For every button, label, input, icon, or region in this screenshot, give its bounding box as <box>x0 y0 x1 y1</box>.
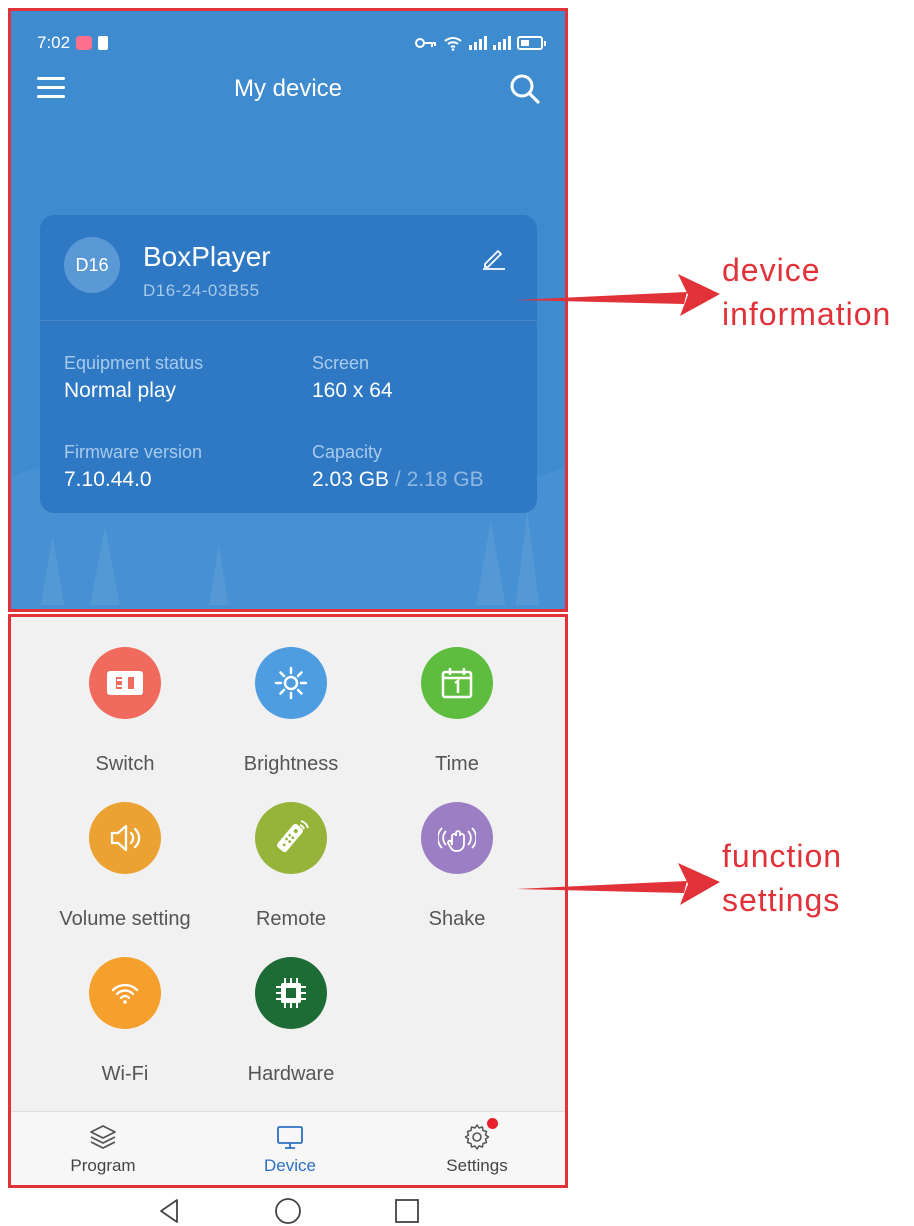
tab-settings-label: Settings <box>446 1156 508 1175</box>
status-bar: 7:02 <box>37 31 546 55</box>
sun-icon <box>274 666 308 700</box>
capacity-value: 2.03 GB / 2.18 GB <box>312 468 484 492</box>
function-settings-arrow <box>516 863 720 905</box>
capacity-total: / 2.18 GB <box>389 468 484 491</box>
chip-icon <box>276 978 306 1008</box>
device-info-section: 7:02 My device D16 BoxPlayer D16-24-03B5… <box>8 8 568 612</box>
function-volume-circle <box>89 802 161 874</box>
function-hardware-circle <box>255 957 327 1029</box>
firmware-value: 7.10.44.0 <box>64 468 152 491</box>
phone-screen: 7:02 My device D16 BoxPlayer D16-24-03B5… <box>0 0 580 1226</box>
monitor-icon <box>275 1122 305 1152</box>
capacity-label: Capacity <box>312 442 383 462</box>
function-switch-label: Switch <box>95 753 155 775</box>
hand-wave-icon <box>438 827 476 852</box>
function-wifi-circle <box>89 957 161 1029</box>
back-triangle-icon[interactable] <box>155 1196 185 1226</box>
device-card-header: D16 BoxPlayer D16-24-03B55 <box>40 215 537 321</box>
function-remote-circle <box>255 802 327 874</box>
tab-program-label: Program <box>70 1156 136 1175</box>
tab-device-label: Device <box>264 1156 316 1175</box>
function-time[interactable]: Time <box>374 647 540 776</box>
system-navigation-bar <box>0 1196 580 1226</box>
equipment-status-value: Normal play <box>64 379 177 402</box>
wifi-status-icon <box>444 37 462 51</box>
function-hardware[interactable]: Hardware <box>208 957 374 1086</box>
screen-value: 160 x 64 <box>312 379 393 402</box>
function-remote[interactable]: Remote <box>208 802 374 931</box>
alert-notification-icon <box>98 36 109 50</box>
tab-device[interactable]: Device <box>220 1122 360 1176</box>
status-time: 7:02 <box>37 33 71 52</box>
home-circle-icon[interactable] <box>273 1196 303 1226</box>
capacity-used: 2.03 GB <box>312 468 390 491</box>
function-hardware-label: Hardware <box>247 1063 335 1085</box>
function-settings-section: Switch Brightness Time Volume setting Re <box>8 614 568 1188</box>
device-avatar: D16 <box>64 237 120 293</box>
firmware-label: Firmware version <box>64 442 203 462</box>
annotation-device-line1: device <box>722 252 821 288</box>
page-title: My device <box>233 75 343 102</box>
function-time-circle <box>421 647 493 719</box>
tab-program[interactable]: Program <box>33 1122 173 1176</box>
function-brightness-label: Brightness <box>243 753 339 775</box>
function-shake-circle <box>421 802 493 874</box>
device-name: BoxPlayer <box>143 241 271 272</box>
function-volume-setting[interactable]: Volume setting <box>42 802 208 931</box>
battery-icon <box>517 36 546 50</box>
annotation-device-line2: information <box>722 296 892 332</box>
function-switch-circle <box>89 647 161 719</box>
function-wifi-label: Wi-Fi <box>101 1063 149 1085</box>
annotation-function-line2: settings <box>722 882 841 918</box>
annotation-function-line1: function <box>722 838 843 874</box>
gear-icon <box>462 1118 498 1152</box>
wifi-icon <box>111 983 139 1004</box>
calendar-icon <box>441 668 473 699</box>
signal-4g-icon <box>469 36 487 50</box>
tab-settings[interactable]: Settings <box>407 1118 547 1176</box>
annotation-function-settings: function settings <box>722 834 842 922</box>
app-bar: My device <box>11 69 565 109</box>
edit-pencil-icon[interactable] <box>481 245 507 271</box>
signal-5g-icon <box>493 36 511 50</box>
device-info-arrow <box>516 274 720 316</box>
annotation-device-information: device information <box>722 248 891 336</box>
function-brightness[interactable]: Brightness <box>208 647 374 776</box>
function-remote-label: Remote <box>255 908 327 930</box>
bottom-tab-bar: Program Device Settings <box>11 1111 565 1185</box>
screen-label: Screen <box>312 353 370 373</box>
function-wifi[interactable]: Wi-Fi <box>42 957 208 1086</box>
function-brightness-circle <box>255 647 327 719</box>
layers-icon <box>88 1122 118 1152</box>
function-time-label: Time <box>435 753 479 775</box>
equipment-status-label: Equipment status <box>64 353 204 373</box>
device-id: D16-24-03B55 <box>143 281 260 300</box>
key-icon <box>415 38 436 48</box>
remote-icon <box>276 820 309 853</box>
power-plug-icon <box>107 671 143 695</box>
device-card[interactable]: D16 BoxPlayer D16-24-03B55 Equipment sta… <box>40 215 537 513</box>
function-switch[interactable]: Switch <box>42 647 208 776</box>
recents-square-icon[interactable] <box>392 1196 422 1226</box>
speaker-icon <box>110 824 141 852</box>
settings-notification-badge <box>487 1118 498 1129</box>
function-volume-label: Volume setting <box>59 908 191 930</box>
app-notification-icon <box>76 36 93 50</box>
search-icon[interactable] <box>509 73 541 105</box>
